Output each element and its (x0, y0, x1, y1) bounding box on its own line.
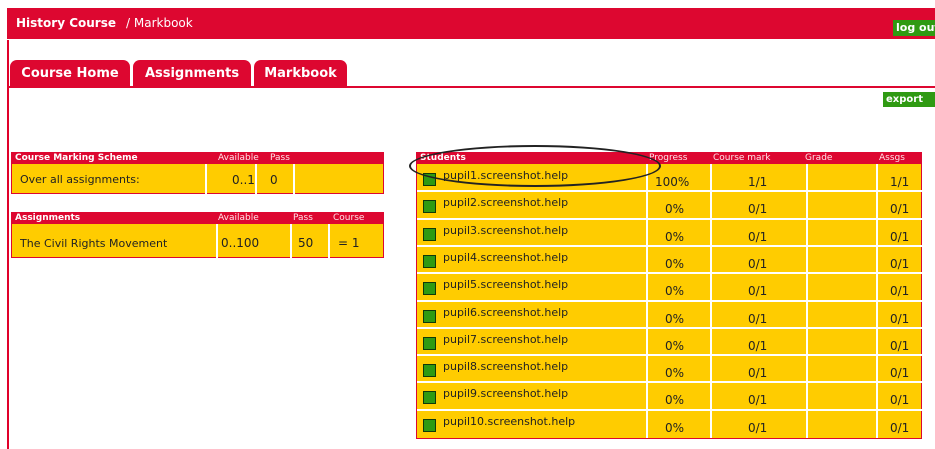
student-name[interactable]: pupil2.screenshot.help (443, 196, 568, 209)
student-status-icon (423, 364, 436, 378)
student-assgs: 0/1 (890, 366, 910, 381)
student-assgs: 1/1 (890, 175, 910, 189)
student-progress: 0% (665, 420, 685, 435)
student-status-icon (423, 227, 436, 241)
breadcrumb: / Markbook (126, 16, 193, 30)
col-assgs: Assgs (879, 153, 905, 163)
student-course-mark: 1/1 (748, 175, 768, 189)
student-assgs: 0/1 (890, 229, 910, 244)
col-progress: Progress (649, 153, 688, 163)
student-course-mark: 0/1 (748, 311, 768, 326)
assignment-course: = 1 (338, 236, 360, 250)
assignment-available: 0..100 (221, 236, 260, 250)
student-assgs: 0/1 (890, 393, 910, 408)
students-panel: Students Progress Course mark Grade Assg… (416, 152, 923, 439)
student-course-mark: 0/1 (748, 393, 768, 408)
logout-button[interactable]: log out (893, 20, 935, 36)
student-assgs: 0/1 (890, 338, 910, 353)
scheme-available: 0..1 (232, 173, 255, 187)
student-course-mark: 0/1 (748, 366, 768, 381)
student-assgs: 0/1 (890, 311, 910, 326)
student-status-icon (423, 173, 436, 186)
student-course-mark: 0/1 (748, 338, 768, 353)
student-name[interactable]: pupil9.screenshot.help (443, 387, 568, 400)
left-border (7, 40, 9, 449)
col-pass: Pass (270, 153, 290, 163)
student-assgs: 0/1 (890, 284, 910, 299)
student-progress: 0% (665, 311, 685, 326)
student-progress: 0% (665, 338, 685, 353)
student-status-icon (423, 282, 436, 296)
col-course-mark: Course mark (713, 153, 771, 163)
assignment-name[interactable]: The Civil Rights Movement (20, 237, 167, 250)
assignments-panel: Assignments Available Pass Course The Ci… (11, 212, 384, 258)
tab-course-home[interactable]: Course Home (10, 60, 130, 86)
student-assgs: 0/1 (890, 420, 910, 435)
student-name[interactable]: pupil6.screenshot.help (443, 306, 568, 319)
col-course: Course (333, 213, 365, 223)
student-course-mark: 0/1 (748, 256, 768, 271)
student-progress: 0% (665, 393, 685, 408)
assignment-pass: 50 (298, 236, 314, 250)
student-name[interactable]: pupil4.screenshot.help (443, 251, 568, 264)
course-title[interactable]: History Course (16, 16, 116, 30)
student-progress: 0% (665, 202, 685, 217)
col-grade: Grade (805, 153, 833, 163)
tab-underline (7, 86, 935, 88)
student-name[interactable]: pupil1.screenshot.help (443, 169, 568, 182)
student-assgs: 0/1 (890, 256, 910, 271)
student-course-mark: 0/1 (748, 284, 768, 299)
header-bar: History Course / Markbook log out (7, 8, 935, 39)
student-status-icon (423, 254, 436, 268)
tab-assignments[interactable]: Assignments (133, 60, 251, 86)
student-course-mark: 0/1 (748, 202, 768, 217)
students-title: Students (420, 153, 466, 163)
student-progress: 0% (665, 256, 685, 271)
scheme-row-label: Over all assignments: (20, 173, 140, 186)
student-status-icon (423, 391, 436, 405)
students-header: Students Progress Course mark Grade Assg… (417, 153, 921, 164)
marking-scheme-title: Course Marking Scheme (15, 153, 138, 163)
student-name[interactable]: pupil7.screenshot.help (443, 333, 568, 346)
marking-scheme-header: Course Marking Scheme Available Pass (12, 153, 383, 164)
student-progress: 100% (655, 175, 690, 189)
marking-scheme-panel: Course Marking Scheme Available Pass Ove… (11, 152, 384, 194)
assignments-title: Assignments (15, 213, 81, 223)
scheme-pass: 0 (270, 173, 278, 187)
col-available: Available (218, 213, 259, 223)
tab-markbook[interactable]: Markbook (254, 60, 347, 86)
student-assgs: 0/1 (890, 202, 910, 217)
student-course-mark: 0/1 (748, 229, 768, 244)
student-status-icon (423, 200, 436, 214)
student-name[interactable]: pupil5.screenshot.help (443, 278, 568, 291)
student-progress: 0% (665, 366, 685, 381)
student-name[interactable]: pupil3.screenshot.help (443, 224, 568, 237)
student-status-icon (423, 309, 436, 323)
student-course-mark: 0/1 (748, 420, 768, 435)
export-button[interactable]: export (883, 92, 935, 107)
col-pass: Pass (293, 213, 313, 223)
student-status-icon (423, 418, 436, 432)
student-status-icon (423, 336, 436, 350)
student-name[interactable]: pupil10.screenshot.help (443, 415, 575, 428)
col-available: Available (218, 153, 259, 163)
assignments-header: Assignments Available Pass Course (12, 213, 383, 224)
student-progress: 0% (665, 284, 685, 299)
student-name[interactable]: pupil8.screenshot.help (443, 360, 568, 373)
student-progress: 0% (665, 229, 685, 244)
